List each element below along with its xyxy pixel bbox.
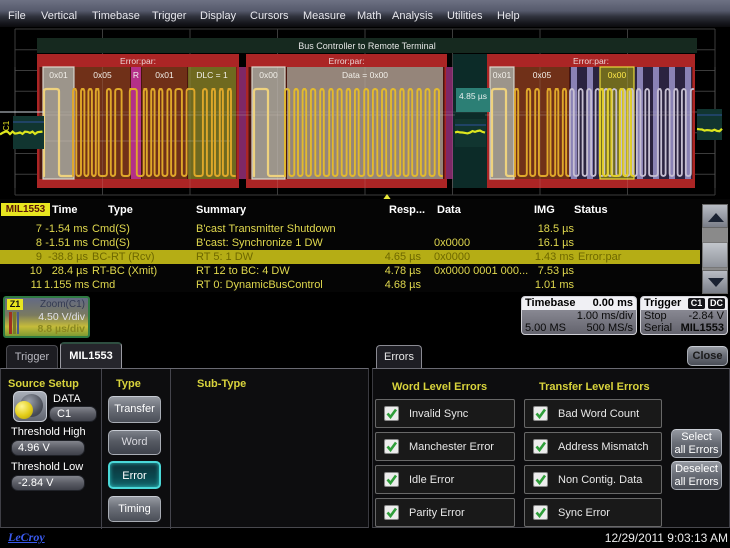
svg-text:0x00: 0x00 [608,70,627,80]
svg-text:C1: C1 [2,120,11,131]
svg-text:Error:par:: Error:par: [573,56,609,66]
svg-text:0x00: 0x00 [259,70,278,80]
svg-text:0x01: 0x01 [155,70,174,80]
svg-text:Bus Controller to Remote Termi: Bus Controller to Remote Terminal [298,41,435,51]
svg-text:DLC = 1: DLC = 1 [196,70,228,80]
svg-text:0x01: 0x01 [49,70,68,80]
svg-text:R: R [133,70,139,80]
svg-text:4.85 µs: 4.85 µs [459,91,487,101]
svg-text:0x05: 0x05 [533,70,552,80]
svg-text:Error:par:: Error:par: [329,56,365,66]
svg-text:Error:par:: Error:par: [120,56,156,66]
svg-text:0x01: 0x01 [493,70,512,80]
